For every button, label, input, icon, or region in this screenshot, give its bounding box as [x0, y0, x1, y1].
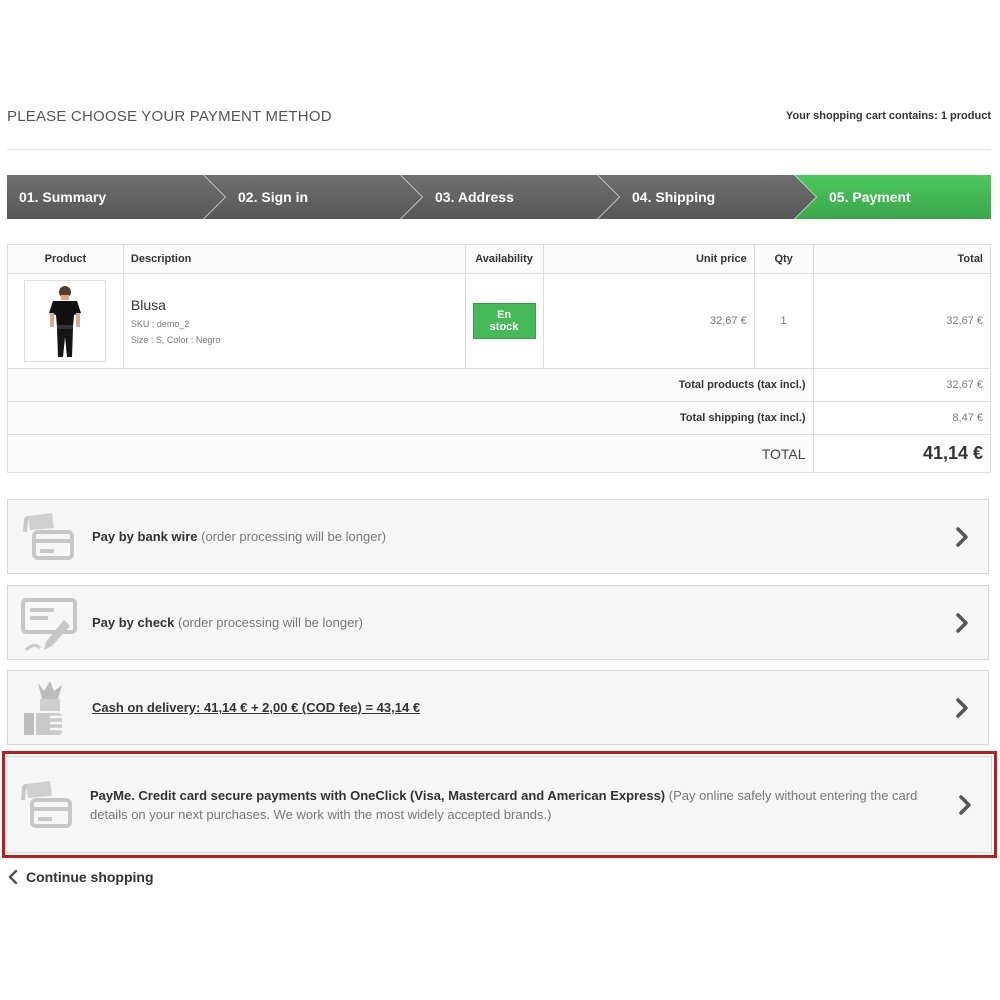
payment-payme-title: PayMe. Credit card secure payments with … [90, 787, 666, 803]
step-address[interactable]: 03. Address [401, 175, 620, 219]
step-sign-in[interactable]: 02. Sign in [204, 175, 423, 219]
total-shipping-value: 8,47 € [812, 401, 992, 435]
column-header-total: Total [812, 244, 992, 274]
grand-total-row: TOTAL 41,14 € [7, 434, 992, 473]
payment-option-cod[interactable]: Cash on delivery: 41,14 € + 2,00 € (COD … [7, 670, 989, 745]
payment-option-check[interactable]: Pay by check (order processing will be l… [7, 585, 989, 660]
product-sku: SKU : demo_2 [130, 319, 190, 329]
product-image-cell [7, 273, 124, 369]
payment-bankwire-note: (order processing will be longer) [201, 529, 387, 544]
product-image[interactable] [24, 280, 107, 362]
bankwire-card-icon [23, 512, 74, 560]
payment-cod-text[interactable]: Cash on delivery: 41,14 € + 2,00 € (COD … [92, 698, 950, 717]
payment-bankwire-title: Pay by bank wire [92, 529, 198, 544]
payment-payme-text[interactable]: PayMe. Credit card secure payments with … [90, 786, 953, 824]
column-header-availability: Availability [464, 244, 544, 274]
chevron-right-icon [959, 794, 971, 815]
stock-badge: En stock [472, 303, 536, 339]
page-title: PLEASE CHOOSE YOUR PAYMENT METHOD [7, 108, 332, 125]
qty-cell: 1 [753, 273, 814, 369]
column-header-unit-price: Unit price [542, 244, 755, 274]
payment-check-text[interactable]: Pay by check (order processing will be l… [92, 613, 950, 632]
availability-cell: En stock [464, 273, 544, 369]
table-row: Blusa SKU : demo_2 Size : S, Color : Neg… [7, 273, 992, 369]
checkout-steps: 01. Summary 02. Sign in 03. Address 04. … [7, 175, 991, 219]
column-header-product: Product [7, 244, 124, 274]
total-products-row: Total products (tax incl.) 32,67 € [7, 368, 992, 402]
product-photo-icon [49, 286, 82, 357]
step-label: 05. Payment [829, 189, 911, 205]
total-shipping-label: Total shipping (tax incl.) [7, 401, 814, 435]
step-summary[interactable]: 01. Summary [7, 175, 226, 219]
column-header-qty: Qty [753, 244, 814, 274]
cash-hand-icon [24, 680, 66, 735]
step-label: 01. Summary [19, 189, 107, 205]
step-label: 03. Address [435, 189, 514, 205]
payment-option-payme[interactable]: PayMe. Credit card secure payments with … [5, 756, 992, 853]
continue-shopping-label: Continue shopping [26, 869, 154, 885]
payment-bankwire-text[interactable]: Pay by bank wire (order processing will … [92, 527, 950, 546]
product-attributes: Size : S, Color : Negro [130, 335, 221, 345]
unit-price-cell: 32,67 € [542, 273, 755, 369]
cart-summary-table: Product Description Availability Unit pr… [7, 244, 992, 473]
chevron-right-icon [956, 612, 968, 633]
credit-card-icon [21, 780, 72, 828]
line-total-cell: 32,67 € [812, 273, 992, 369]
payment-cod-label: Cash on delivery: 41,14 € + 2,00 € (COD … [92, 700, 421, 715]
product-name[interactable]: Blusa [131, 297, 458, 313]
table-header-row: Product Description Availability Unit pr… [7, 244, 992, 274]
chevron-left-icon [8, 870, 18, 884]
continue-shopping-link[interactable]: Continue shopping [8, 869, 154, 885]
step-payment: 05. Payment [795, 175, 991, 219]
total-products-value: 32,67 € [812, 368, 992, 402]
divider [7, 149, 991, 150]
step-label: 04. Shipping [632, 189, 716, 205]
check-icon [21, 597, 77, 651]
total-products-label: Total products (tax incl.) [7, 368, 814, 402]
total-shipping-row: Total shipping (tax incl.) 8,47 € [7, 401, 992, 435]
payment-option-bankwire[interactable]: Pay by bank wire (order processing will … [7, 499, 989, 574]
column-header-description: Description [122, 244, 466, 274]
payment-check-title: Pay by check [92, 615, 175, 630]
product-description-cell: Blusa SKU : demo_2 Size : S, Color : Neg… [122, 273, 466, 369]
step-shipping[interactable]: 04. Shipping [598, 175, 817, 219]
payment-check-note: (order processing will be longer) [178, 615, 363, 630]
chevron-right-icon [956, 697, 968, 718]
chevron-right-icon [956, 526, 968, 547]
cart-summary: Your shopping cart contains: 1 product [785, 110, 991, 122]
step-label: 02. Sign in [238, 189, 309, 205]
grand-total-value: 41,14 € [812, 434, 992, 473]
grand-total-label: TOTAL [7, 434, 814, 473]
